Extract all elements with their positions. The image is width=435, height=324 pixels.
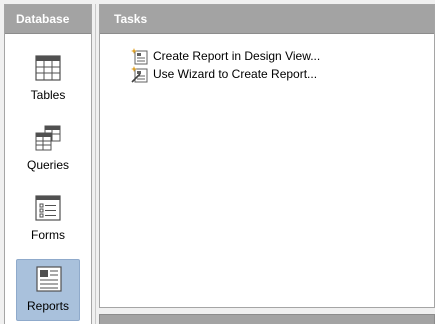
task-label: Use Wizard to Create Report... [153, 67, 318, 81]
sidebar-item-label: Forms [31, 228, 65, 242]
sidebar-item-queries[interactable]: Queries [16, 119, 80, 181]
tasks-title: Tasks [100, 5, 434, 34]
report-design-icon [131, 48, 148, 65]
panel-divider[interactable] [95, 4, 96, 324]
report-wizard-icon [131, 66, 148, 83]
sidebar-item-reports[interactable]: Reports [16, 259, 80, 321]
database-sidebar: Database Tables Queries Forms Reports [4, 4, 92, 324]
documents-panel-header [99, 314, 435, 324]
sidebar-item-tables[interactable]: Tables [16, 49, 80, 111]
report-icon [36, 266, 62, 292]
sidebar-title: Database [5, 5, 91, 34]
query-icon [35, 125, 61, 151]
sidebar-item-forms[interactable]: Forms [16, 189, 80, 251]
tasks-panel: Tasks Create Report in Design View... Us… [99, 4, 435, 308]
sidebar-item-label: Tables [30, 88, 66, 102]
task-label: Create Report in Design View... [153, 49, 321, 63]
sidebar-item-label: Queries [26, 158, 70, 172]
form-icon [35, 195, 61, 221]
sidebar-item-label: Reports [26, 299, 70, 313]
table-icon [35, 55, 61, 81]
